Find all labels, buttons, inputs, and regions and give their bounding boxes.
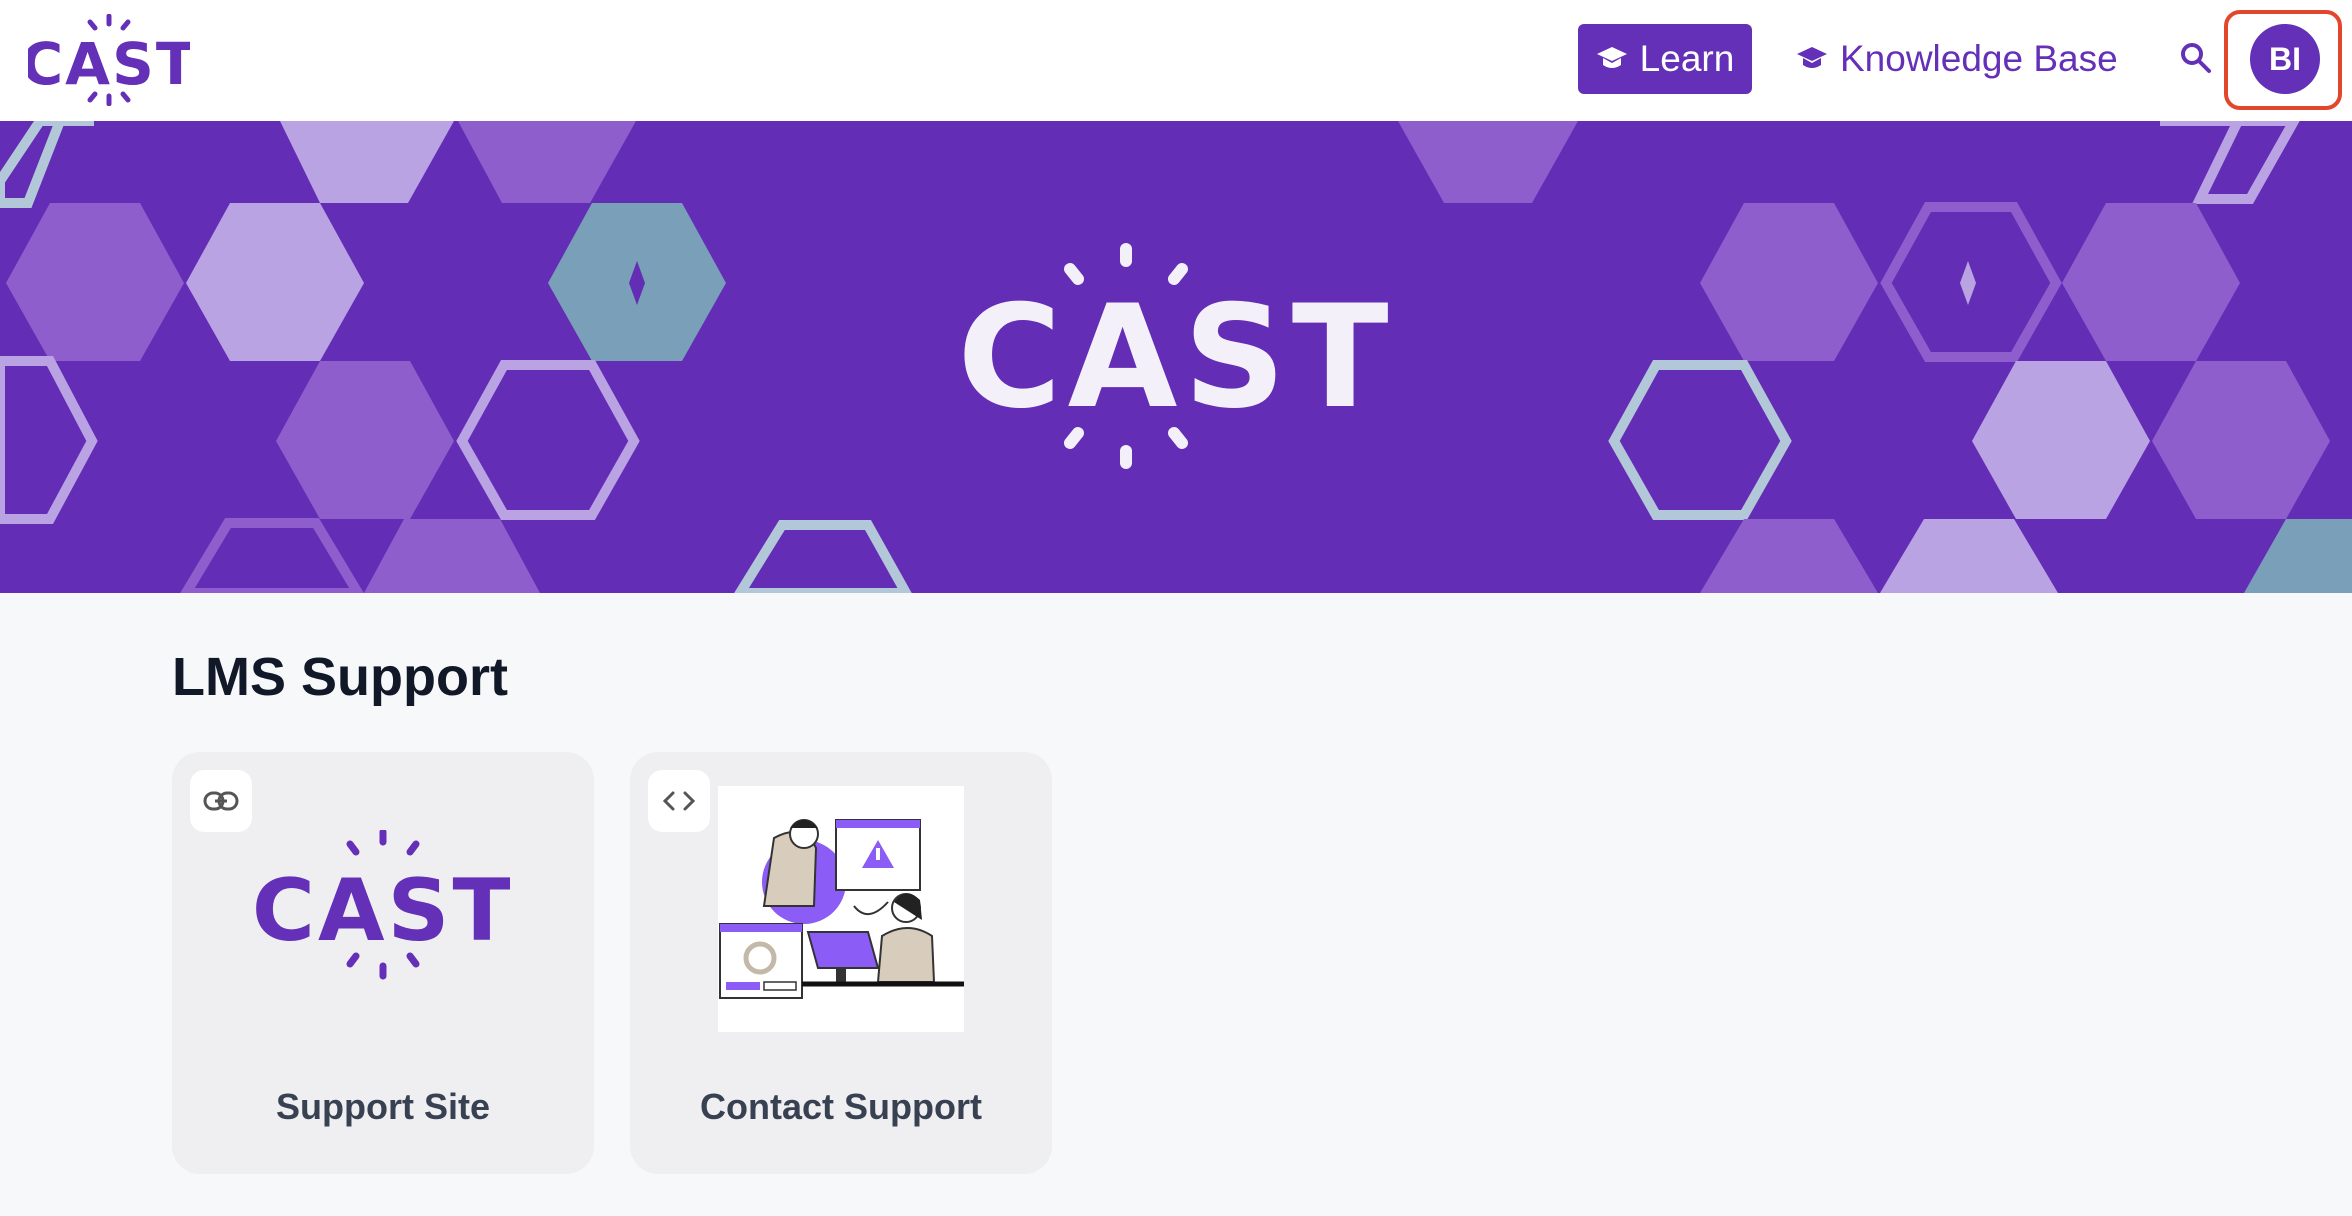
- nav-knowledge-base-link[interactable]: Knowledge Base: [1796, 24, 2118, 94]
- support-illustration: [718, 786, 964, 1032]
- nav-knowledge-base-label: Knowledge Base: [1840, 38, 2118, 79]
- contact-support-card[interactable]: Contact Support: [630, 752, 1052, 1174]
- svg-text:CAST: CAST: [28, 30, 190, 98]
- top-navigation-bar: CAST Learn Knowledge Base BI: [0, 0, 2352, 121]
- hexagon-pattern-background: CAST: [0, 121, 2352, 593]
- graduation-cap-icon: [1596, 47, 1627, 68]
- avatar-initials: BI: [2269, 40, 2301, 77]
- card-type-badge: [648, 770, 710, 832]
- banner-logo-text: CAST: [957, 275, 1394, 440]
- svg-text:CAST: CAST: [256, 861, 510, 961]
- card-type-badge: [190, 770, 252, 832]
- page-title: LMS Support: [172, 647, 508, 707]
- support-site-card[interactable]: CAST Support Site: [172, 752, 594, 1174]
- nav-learn-button[interactable]: Learn: [1578, 24, 1752, 94]
- cast-logo[interactable]: CAST: [28, 14, 190, 106]
- cast-logo-image: CAST: [256, 830, 510, 980]
- hero-banner: CAST: [0, 121, 2352, 593]
- card-label: Support Site: [276, 1086, 490, 1127]
- graduation-cap-icon: [1797, 47, 1827, 68]
- code-icon: [662, 791, 696, 811]
- card-label: Contact Support: [700, 1086, 982, 1127]
- search-icon[interactable]: [2178, 40, 2214, 76]
- user-avatar-button[interactable]: BI: [2250, 24, 2320, 94]
- nav-learn-label: Learn: [1639, 38, 1735, 79]
- link-icon: [203, 791, 239, 811]
